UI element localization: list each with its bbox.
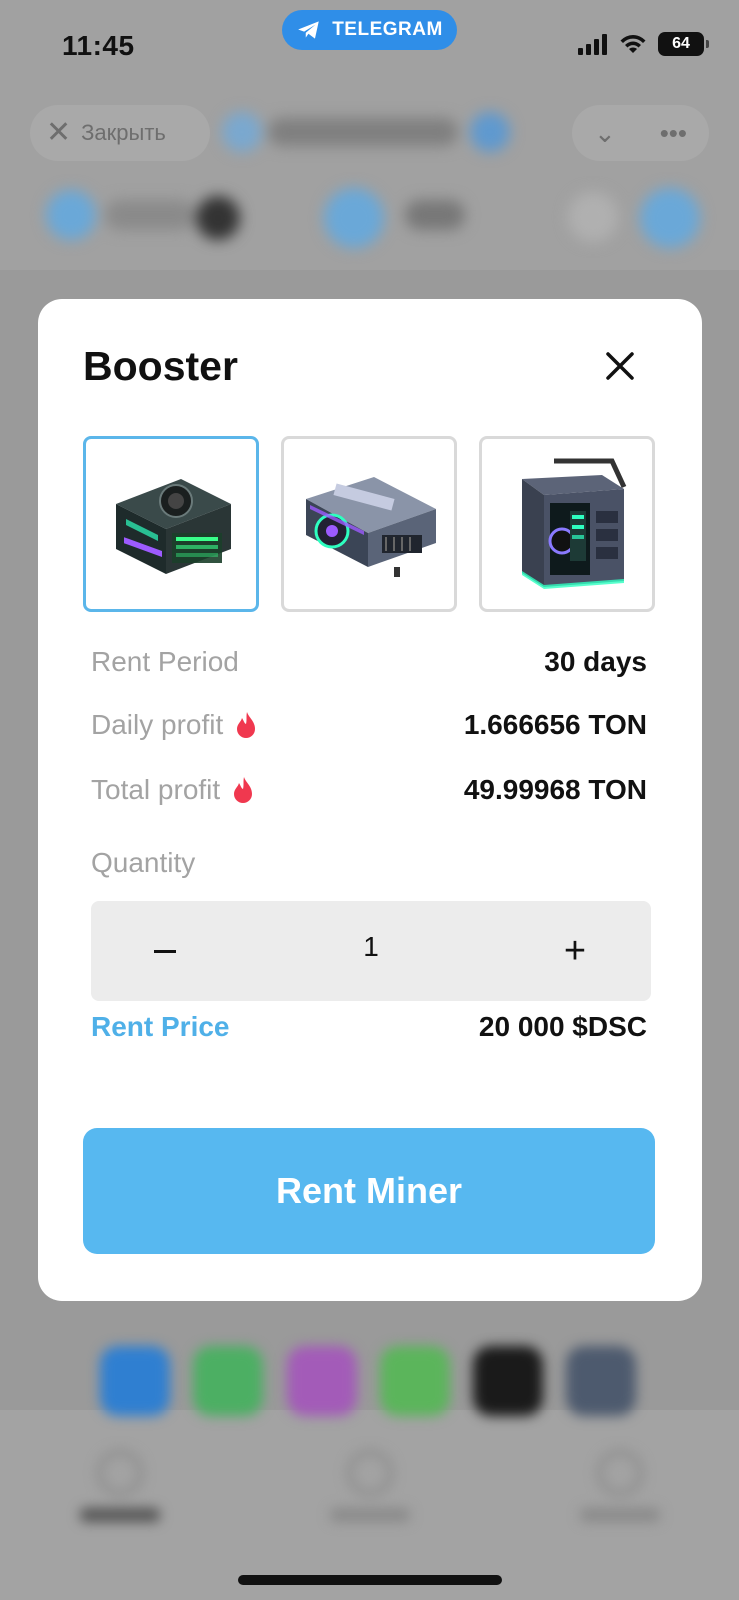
miner-thumbnail-3[interactable] bbox=[479, 436, 655, 612]
miner-image bbox=[116, 479, 231, 574]
background-nav-item bbox=[65, 1450, 175, 1540]
background-app-icon bbox=[193, 1346, 263, 1416]
status-bar: 11:45 TELEGRAM 64 bbox=[0, 0, 739, 95]
total-profit-label: Total profit bbox=[91, 774, 221, 805]
miner-thumbnail-2[interactable] bbox=[281, 436, 457, 612]
decrease-quantity-button[interactable] bbox=[135, 921, 195, 981]
background-app-icon bbox=[566, 1346, 636, 1416]
rent-price-value: 20 000 $DSC bbox=[478, 1011, 647, 1042]
rent-period-value: 30 days bbox=[544, 646, 647, 677]
miner-thumbnails bbox=[83, 436, 655, 612]
rent-miner-button[interactable]: Rent Miner bbox=[83, 1128, 655, 1254]
close-icon: ✕ bbox=[46, 116, 72, 149]
minus-icon bbox=[154, 949, 176, 953]
miner-image bbox=[306, 477, 436, 577]
modal-title: Booster bbox=[83, 343, 238, 389]
background-app-icon bbox=[100, 1346, 170, 1416]
close-app-label: Закрыть bbox=[81, 120, 166, 145]
miner-image bbox=[522, 458, 627, 589]
increase-quantity-button[interactable]: + bbox=[545, 921, 605, 981]
flame-icon bbox=[234, 777, 253, 803]
rent-period-row: Rent Period 30 days bbox=[91, 642, 647, 682]
total-profit-value: 49.99968 TON bbox=[463, 774, 647, 805]
close-icon[interactable] bbox=[603, 349, 637, 383]
daily-profit-label: Daily profit bbox=[91, 709, 224, 740]
battery-indicator: 64 bbox=[658, 32, 709, 56]
wifi-icon bbox=[620, 35, 646, 53]
quantity-label: Quantity bbox=[91, 847, 196, 878]
system-icons: 64 bbox=[578, 32, 709, 56]
miner-thumbnail-1[interactable] bbox=[83, 436, 259, 612]
rent-price-row: Rent Price 20 000 $DSC bbox=[91, 1007, 647, 1047]
rent-period-label: Rent Period bbox=[91, 646, 239, 677]
daily-profit-label-group: Daily profit bbox=[91, 709, 259, 741]
chevron-down-icon[interactable]: ⌄ bbox=[594, 118, 616, 149]
status-time: 11:45 bbox=[62, 30, 135, 61]
quantity-stepper: 1 + bbox=[91, 901, 651, 1001]
background-app-icon bbox=[473, 1346, 543, 1416]
rent-price-label: Rent Price bbox=[91, 1011, 230, 1042]
background-nav-item bbox=[565, 1450, 675, 1540]
close-app-button[interactable]: ✕ Закрыть bbox=[30, 105, 210, 161]
total-profit-label-group: Total profit bbox=[91, 774, 256, 806]
app-menu-pill: ⌄ ••• bbox=[572, 105, 709, 161]
background-nav-item bbox=[315, 1450, 425, 1540]
flame-icon bbox=[237, 712, 256, 738]
background-app-icon bbox=[287, 1346, 357, 1416]
background-app-icon bbox=[380, 1346, 450, 1416]
home-indicator[interactable] bbox=[238, 1575, 502, 1585]
daily-profit-row: Daily profit 1.666656 TON bbox=[91, 705, 647, 745]
total-profit-row: Total profit 49.99968 TON bbox=[91, 770, 647, 810]
telegram-icon bbox=[298, 21, 319, 39]
booster-modal: Booster Rent Period 30 days Daily profit… bbox=[38, 299, 702, 1301]
quantity-value[interactable]: 1 bbox=[341, 931, 401, 963]
cellular-signal-icon bbox=[578, 34, 607, 55]
more-options-icon[interactable]: ••• bbox=[660, 118, 687, 149]
daily-profit-value: 1.666656 TON bbox=[463, 709, 647, 740]
telegram-label: TELEGRAM bbox=[332, 19, 443, 40]
telegram-pill[interactable]: TELEGRAM bbox=[282, 10, 457, 50]
